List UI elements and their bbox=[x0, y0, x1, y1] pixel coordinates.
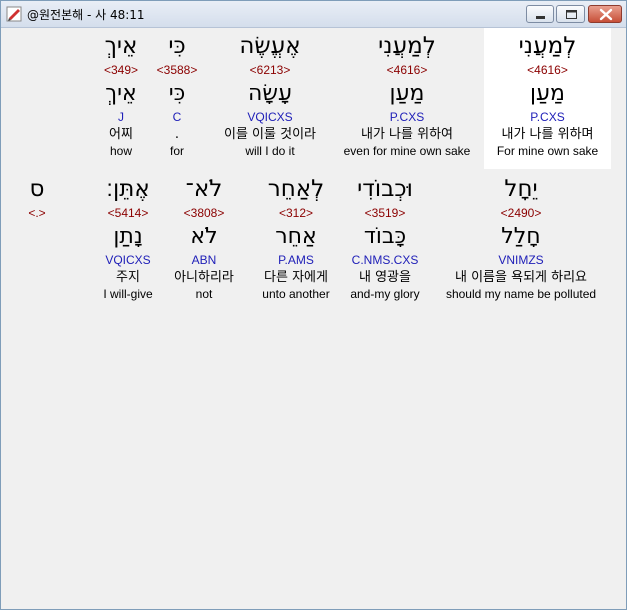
english-gloss: not bbox=[195, 287, 213, 301]
korean-gloss: 아니하리라 bbox=[174, 270, 234, 285]
hebrew-word: לֹא־ bbox=[185, 176, 223, 202]
english-gloss bbox=[8, 287, 66, 302]
korean-gloss: 내가 나를 위하여 bbox=[361, 127, 453, 142]
korean-gloss: 이를 이룰 것이라 bbox=[224, 127, 316, 142]
hebrew-root: עָשָׂה bbox=[248, 81, 292, 106]
parsing-code: P.CXS bbox=[530, 110, 565, 124]
hebrew-word: ס bbox=[29, 176, 45, 202]
strong-number: <4616> bbox=[527, 63, 568, 77]
strong-number: <6213> bbox=[249, 63, 291, 77]
word-cell[interactable]: אֶעֱשֶׂה <6213> עָשָׂה VQICXS 이를 이룰 것이라 … bbox=[200, 30, 340, 159]
english-gloss: should my name be polluted bbox=[445, 287, 597, 301]
word-cell[interactable]: לֹא־ <3808> לֹא ABN 아니하리라 not bbox=[164, 173, 244, 302]
hebrew-word: לְאַחֵר bbox=[267, 176, 325, 202]
english-gloss: even for mine own sake bbox=[343, 144, 471, 158]
word-cell[interactable]: וּכְבוֹדִי <3519> כָּבוֹד C.NMS.CXS 내 영광… bbox=[335, 173, 435, 302]
word-cell[interactable]: יֵחָל <2490> חָלַל VNIMZS 내 이름을 욕되게 하리요 … bbox=[436, 173, 606, 302]
word-cell[interactable]: אֶתֵּן׃ <5414> נָתַן VQICXS 주지 I will-gi… bbox=[88, 173, 168, 302]
hebrew-root: אַחֵר bbox=[275, 224, 317, 249]
korean-gloss bbox=[8, 268, 66, 287]
english-gloss: For mine own sake bbox=[496, 144, 599, 158]
english-gloss: will I do it bbox=[245, 144, 295, 158]
close-icon bbox=[599, 8, 613, 21]
parsing-code: C.NMS.CXS bbox=[351, 253, 419, 267]
word-cell[interactable]: לְאַחֵר <312> אַחֵר P.AMS 다른 자에게 unto an… bbox=[246, 173, 346, 302]
korean-gloss: 주지 bbox=[116, 270, 140, 285]
hebrew-root bbox=[8, 220, 66, 253]
strong-number: <.> bbox=[28, 206, 46, 220]
strong-number: <3519> bbox=[364, 206, 406, 220]
hebrew-word: לְמַעֲנִי bbox=[378, 33, 436, 59]
korean-gloss: 내 이름을 욕되게 하리요 bbox=[455, 270, 587, 285]
parsing-code: VQICXS bbox=[105, 253, 151, 267]
close-button[interactable] bbox=[588, 5, 622, 23]
parsing-code bbox=[8, 253, 66, 268]
maximize-icon bbox=[566, 10, 577, 19]
strong-number: <312> bbox=[278, 206, 314, 220]
parsing-code: P.CXS bbox=[389, 110, 425, 124]
english-gloss: unto another bbox=[262, 287, 330, 301]
korean-gloss: 다른 자에게 bbox=[264, 270, 328, 285]
title-bar[interactable]: @원전본해 - 사 48:11 bbox=[1, 1, 626, 28]
minimize-button[interactable] bbox=[526, 5, 554, 23]
word-cell[interactable]: ס <.> bbox=[8, 173, 66, 302]
maximize-button[interactable] bbox=[556, 5, 585, 23]
english-gloss: I will-give bbox=[103, 287, 153, 301]
parsing-code: P.AMS bbox=[278, 253, 314, 267]
window-title: @원전본해 - 사 48:11 bbox=[27, 8, 145, 22]
hebrew-word: אֶעֱשֶׂה bbox=[239, 33, 301, 59]
hebrew-word: אֶתֵּן׃ bbox=[106, 176, 150, 202]
verse-view[interactable]: אֵיךְ <349> אֵיךְ J 어찌 how כִּי <3588> כ… bbox=[3, 28, 624, 607]
hebrew-word: לְמַעֲנִי bbox=[518, 33, 577, 59]
hebrew-root: נָתַן bbox=[113, 224, 143, 249]
hebrew-word: וּכְבוֹדִי bbox=[357, 176, 413, 202]
app-icon[interactable] bbox=[6, 6, 22, 22]
word-cell-selected[interactable]: לְמַעֲנִי <4616> מַעַן P.CXS 내가 나를 위하며 F… bbox=[484, 28, 611, 169]
hebrew-root: חָלַל bbox=[501, 224, 541, 249]
hebrew-root: מַעַן bbox=[530, 81, 565, 106]
word-cell[interactable]: לְמַעֲנִי <4616> מַעַן P.CXS 내가 나를 위하여 e… bbox=[337, 30, 477, 159]
hebrew-word: יֵחָל bbox=[504, 176, 538, 202]
hebrew-root: כָּבוֹד bbox=[363, 224, 407, 249]
minimize-icon bbox=[536, 16, 545, 19]
parsing-code: ABN bbox=[191, 253, 217, 267]
korean-gloss: 내 영광을 bbox=[359, 270, 411, 285]
korean-gloss: 내가 나를 위하며 bbox=[501, 127, 594, 142]
strong-number: <3808> bbox=[183, 206, 225, 220]
parsing-code: VNIMZS bbox=[498, 253, 544, 267]
strong-number: <5414> bbox=[107, 206, 149, 220]
parsing-code: VQICXS bbox=[247, 110, 293, 124]
bible-window: @원전본해 - 사 48:11 אֵיךְ <349> אֵיךְ J 어찌 h… bbox=[0, 0, 627, 610]
strong-number: <2490> bbox=[500, 206, 542, 220]
strong-number: <4616> bbox=[386, 63, 428, 77]
hebrew-root: לֹא bbox=[190, 224, 218, 249]
english-gloss: and-my glory bbox=[350, 287, 420, 301]
hebrew-root: מַעַן bbox=[389, 81, 425, 106]
